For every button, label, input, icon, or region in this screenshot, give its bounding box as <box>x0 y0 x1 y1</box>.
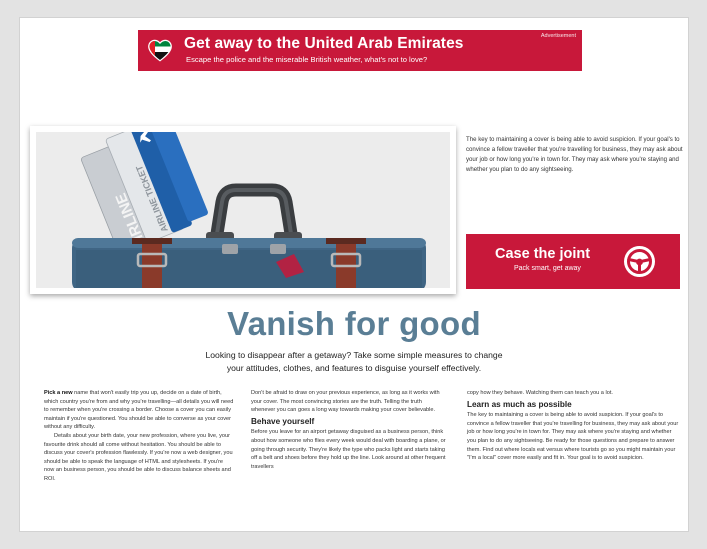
column-1-text: name that won't easily trip you up, deci… <box>44 390 234 431</box>
steering-wheel-icon <box>623 245 656 278</box>
article-deck: Looking to disappear after a getaway? Ta… <box>205 350 503 373</box>
column-3-paragraph-1: copy how they behave. Watching them can … <box>467 390 613 396</box>
cta-subtitle: Pack smart, get away <box>514 265 581 272</box>
column-2-paragraph-1: Don't be afraid to draw on your previous… <box>251 390 440 414</box>
column-3-paragraph-2: The key to maintaining a cover is being … <box>467 412 679 462</box>
magazine-page: Get away to the United Arab Emirates Esc… <box>20 18 688 531</box>
behave-yourself-heading: Behave yourself <box>251 416 315 426</box>
column-2-paragraph-2: Before you leave for an airport getaway … <box>251 429 446 470</box>
uae-ad-banner[interactable]: Get away to the United Arab Emirates Esc… <box>138 30 582 71</box>
article-column-1: Pick a new name that won't easily trip y… <box>44 389 234 484</box>
learn-as-much-heading: Learn as much as possible <box>467 399 572 409</box>
sidebar-intro: The key to maintaining a cover is being … <box>466 136 683 173</box>
article-column-2: Don't be afraid to draw on your previous… <box>251 389 447 471</box>
cta-title: Case the joint <box>495 246 591 262</box>
column-1-paragraph-2: Details about your birth date, your new … <box>44 432 233 482</box>
ad-tag: Advertisement <box>540 33 576 39</box>
hero-image: AIRLINE AIRLINE TICKET <box>30 126 456 294</box>
uae-flag-heart-icon <box>147 37 173 63</box>
article-column-3: copy how they behave. Watching them can … <box>467 389 679 463</box>
column-1-paragraph-1: Pick a new name that won't easily trip y… <box>44 389 234 432</box>
ad-subtitle: Escape the police and the miserable Brit… <box>186 55 428 64</box>
lead-in: Pick a new <box>44 390 73 396</box>
suitcase-illustration: AIRLINE AIRLINE TICKET <box>36 132 450 288</box>
case-the-joint-button[interactable]: Case the joint Pack smart, get away <box>466 234 680 289</box>
ad-title: Get away to the United Arab Emirates <box>184 35 464 52</box>
article-headline: Vanish for good <box>227 305 481 342</box>
